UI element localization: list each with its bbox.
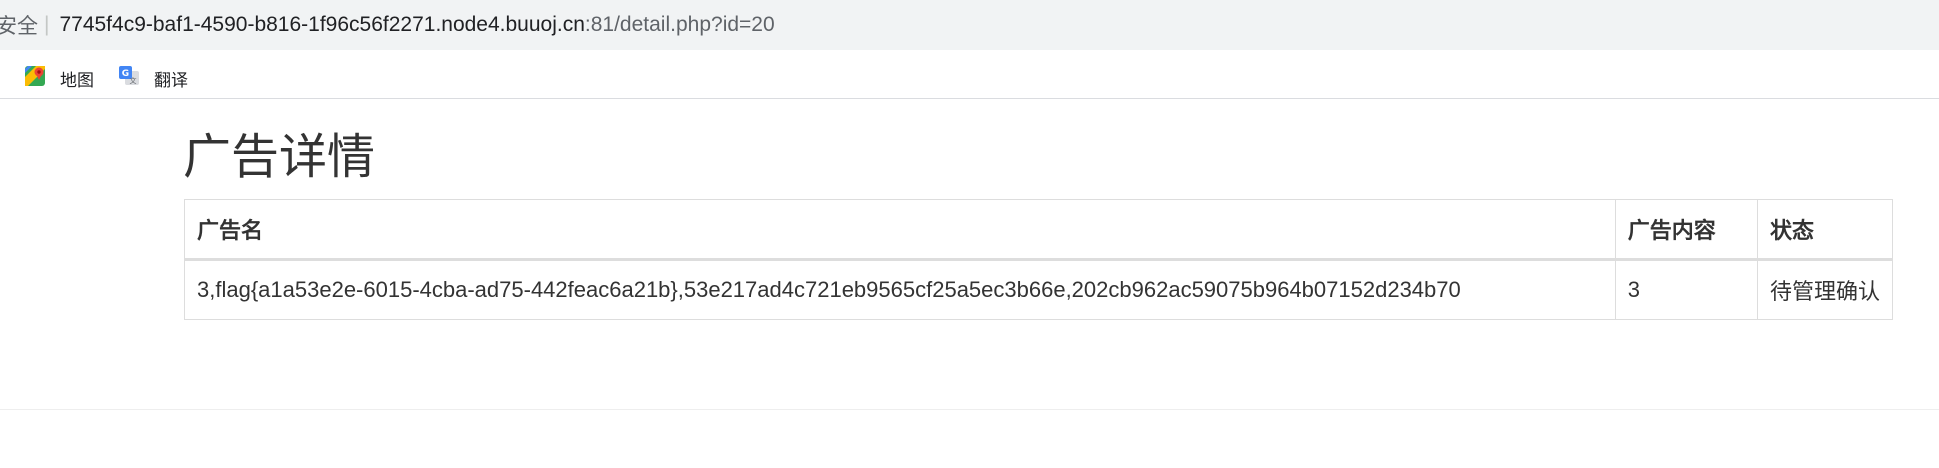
ad-detail-table: 广告名 广告内容 状态 3,flag{a1a53e2e-6015-4cba-ad… (184, 199, 1894, 320)
maps-icon (24, 65, 60, 92)
cell-ad-name: 3,flag{a1a53e2e-6015-4cba-ad75-442feac6a… (184, 259, 1616, 320)
bookmark-label: 地图 (60, 70, 94, 90)
address-separator: | (44, 13, 50, 36)
header-status: 状态 (1756, 199, 1894, 261)
security-indicator[interactable]: 安全 (0, 10, 38, 40)
page-title: 广告详情 (183, 131, 376, 184)
header-ad-content: 广告内容 (1614, 199, 1758, 261)
header-ad-name: 广告名 (184, 199, 1616, 261)
footer-divider (0, 409, 1939, 410)
url-path[interactable]: :81/detail.php?id=20 (585, 13, 775, 37)
bookmark-label: 翻译 (154, 70, 188, 90)
address-bar[interactable]: 安全 | 7745f4c9-baf1-4590-b816-1f96c56f227… (0, 0, 1939, 50)
cell-status: 待管理确认 (1756, 259, 1894, 320)
translate-icon: G 文 (118, 65, 154, 92)
svg-text:文: 文 (130, 76, 137, 85)
bookmark-maps[interactable]: 地图 (24, 65, 94, 92)
bookmarks-bar: 地图 G 文 翻译 (0, 58, 1939, 99)
bookmark-translate[interactable]: G 文 翻译 (118, 65, 188, 92)
table-header-row: 广告名 广告内容 状态 (184, 199, 1894, 261)
svg-text:G: G (122, 69, 129, 79)
url-host[interactable]: 7745f4c9-baf1-4590-b816-1f96c56f2271.nod… (59, 13, 584, 37)
cell-ad-content: 3 (1614, 259, 1758, 320)
table-row: 3,flag{a1a53e2e-6015-4cba-ad75-442feac6a… (184, 259, 1894, 320)
